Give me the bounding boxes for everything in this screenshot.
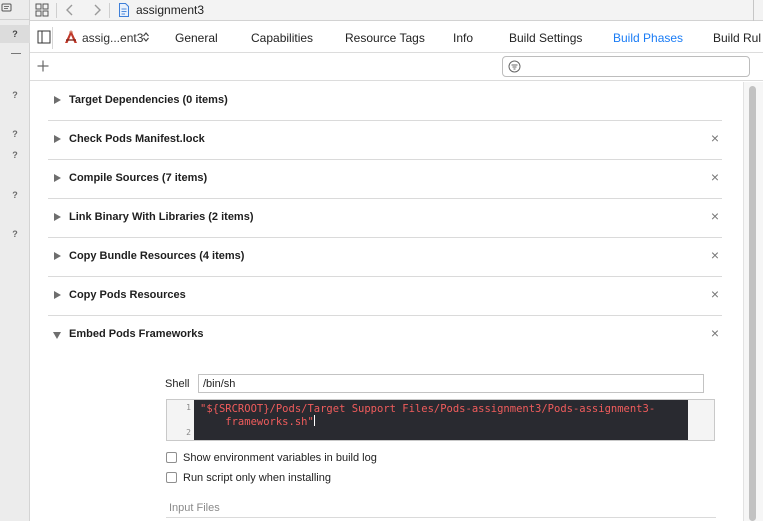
disclosure-triangle-icon[interactable] [54,135,61,143]
toolbar-separator [56,3,57,18]
phase-filter-bar [30,53,763,81]
tab-build-rules[interactable]: Build Rul [713,31,761,45]
close-icon[interactable]: × [711,131,719,145]
tab-capabilities[interactable]: Capabilities [251,31,313,45]
target-selector[interactable]: assig...ent3 [82,31,143,45]
tabbar-separator [52,27,53,49]
close-icon[interactable]: × [711,209,719,223]
scrollbar-thumb[interactable] [749,86,756,521]
show-env-vars-checkbox[interactable] [166,452,177,463]
phase-title: Copy Pods Resources [69,289,186,301]
close-icon[interactable]: × [711,287,719,301]
script-editor[interactable]: 1 2 "${SRCROOT}/Pods/Target Support File… [166,399,715,441]
editor-tab-bar: assig...ent3 General Capabilities Resour… [30,21,763,53]
phase-target-dependencies[interactable]: Target Dependencies (0 items) [48,82,722,121]
toolbar-divider [753,0,754,21]
issue-marker[interactable]: ? [0,229,30,239]
input-files-header: Input Files [169,502,220,514]
disclosure-triangle-icon[interactable] [54,213,61,221]
phase-title: Check Pods Manifest.lock [69,133,205,145]
close-icon[interactable]: × [711,326,719,340]
run-only-installing-checkbox[interactable] [166,472,177,483]
phase-copy-pods-resources[interactable]: Copy Pods Resources × [48,277,722,316]
shell-field[interactable] [198,374,704,393]
tab-build-phases[interactable]: Build Phases [613,31,683,45]
text-cursor [313,415,315,426]
line-number: 1 [186,403,191,412]
run-only-installing-row[interactable]: Run script only when installing [166,472,331,484]
filter-input[interactable] [502,56,750,77]
comment-icon[interactable] [0,0,30,20]
tab-general[interactable]: General [175,31,218,45]
plus-icon[interactable] [37,60,49,72]
script-code-area[interactable]: "${SRCROOT}/Pods/Target Support Files/Po… [194,400,688,440]
phase-copy-bundle-resources[interactable]: Copy Bundle Resources (4 items) × [48,238,722,277]
filter-icon [508,60,521,73]
disclosure-triangle-open-icon[interactable] [53,332,61,339]
tab-info[interactable]: Info [453,31,473,45]
close-icon[interactable]: × [711,170,719,184]
phase-title: Link Binary With Libraries (2 items) [69,211,254,223]
sidebar-toggle-icon[interactable] [37,30,51,44]
line-number-gutter: 1 2 [167,400,194,440]
disclosure-triangle-icon[interactable] [54,291,61,299]
phase-compile-sources[interactable]: Compile Sources (7 items) × [48,160,722,199]
issue-marker[interactable]: ? [0,190,30,200]
build-phases-list: Target Dependencies (0 items) Check Pods… [30,82,743,521]
chevron-right-icon[interactable] [92,2,102,18]
close-icon[interactable]: × [711,248,719,262]
run-only-installing-label: Run script only when installing [183,472,331,484]
phase-check-pods-manifest[interactable]: Check Pods Manifest.lock × [48,121,722,160]
file-icon [118,2,130,18]
disclosure-triangle-icon[interactable] [54,96,61,104]
disclosure-triangle-icon[interactable] [54,252,61,260]
line-number: 2 [186,428,191,437]
breadcrumb-project[interactable]: assignment3 [136,3,204,17]
app-target-icon [63,29,79,45]
vertical-scrollbar[interactable] [743,82,763,521]
shell-label: Shell [165,378,190,390]
issue-gutter: ? ? ? ? ? ? [0,0,30,521]
grid-icon[interactable] [35,2,49,18]
phase-embed-pods-frameworks[interactable]: Embed Pods Frameworks × [48,316,722,355]
gutter-divider [11,53,21,54]
script-line-2: frameworks.sh" [200,416,314,428]
disclosure-triangle-icon[interactable] [54,174,61,182]
script-line-1: "${SRCROOT}/Pods/Target Support Files/Po… [200,403,656,415]
chevron-updown-icon[interactable] [142,31,150,43]
issue-marker[interactable]: ? [0,90,30,100]
input-files-divider [166,517,716,518]
issue-marker[interactable]: ? [0,150,30,160]
tab-resource-tags[interactable]: Resource Tags [345,31,425,45]
phase-title: Compile Sources (7 items) [69,172,208,184]
tab-build-settings[interactable]: Build Settings [509,31,582,45]
issue-marker[interactable]: ? [0,129,30,139]
show-env-vars-label: Show environment variables in build log [183,452,377,464]
toolbar-separator [109,3,110,18]
script-code[interactable]: "${SRCROOT}/Pods/Target Support Files/Po… [200,403,688,428]
phase-link-binary[interactable]: Link Binary With Libraries (2 items) × [48,199,722,238]
chevron-left-icon[interactable] [65,2,75,18]
jump-bar: assignment3 [30,0,763,21]
phase-title: Target Dependencies (0 items) [69,94,228,106]
phase-title: Copy Bundle Resources (4 items) [69,250,245,262]
show-env-vars-row[interactable]: Show environment variables in build log [166,452,377,464]
phase-title: Embed Pods Frameworks [69,328,204,340]
issue-marker[interactable]: ? [0,25,30,43]
